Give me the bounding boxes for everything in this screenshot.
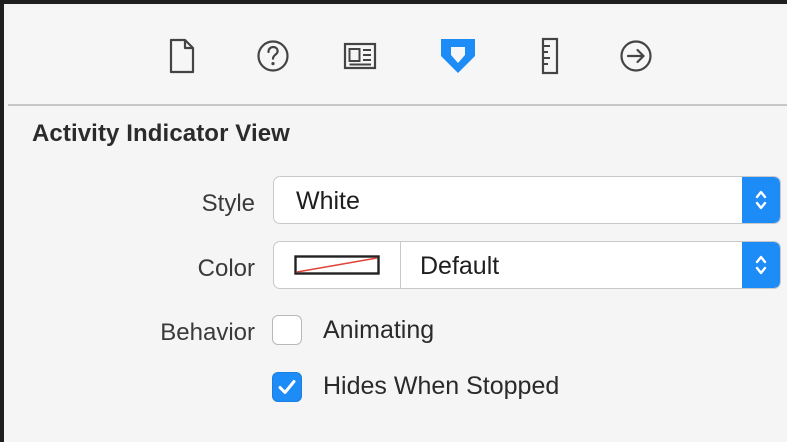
attributes-inspector-tab[interactable] <box>434 30 482 82</box>
inspector-panel: Activity Indicator View Style White Colo… <box>0 0 787 442</box>
hides-when-stopped-checkbox[interactable] <box>272 372 302 402</box>
checkmark-icon <box>278 380 296 394</box>
style-label: Style <box>201 190 255 217</box>
size-inspector-tab[interactable] <box>526 30 574 82</box>
connections-inspector-tab[interactable] <box>612 30 660 82</box>
color-swatch-well[interactable] <box>274 242 401 288</box>
color-value: Default <box>420 252 500 280</box>
behavior-label: Behavior <box>160 319 255 346</box>
style-value: White <box>296 187 360 215</box>
animating-checkbox[interactable] <box>272 315 302 345</box>
hides-when-stopped-label[interactable]: Hides When Stopped <box>323 372 559 401</box>
inspector-toolbar <box>8 8 787 106</box>
attributes-shield-icon <box>441 39 475 73</box>
updown-chevron-icon <box>755 255 767 275</box>
animating-label[interactable]: Animating <box>323 316 434 345</box>
identity-inspector-tab[interactable] <box>336 30 384 82</box>
color-popup-arrows <box>742 242 780 288</box>
question-mark-icon <box>257 40 289 72</box>
section-title: Activity Indicator View <box>32 120 290 147</box>
arrow-circle-right-icon <box>620 40 652 72</box>
style-popup-arrows <box>742 177 780 223</box>
updown-chevron-icon <box>755 190 767 210</box>
color-label: Color <box>197 255 255 282</box>
file-inspector-tab[interactable] <box>158 30 206 82</box>
color-popup[interactable]: Default <box>273 241 781 289</box>
file-icon <box>169 38 195 74</box>
identity-card-icon <box>343 42 377 70</box>
quick-help-tab[interactable] <box>249 30 297 82</box>
style-popup[interactable]: White <box>273 176 781 224</box>
no-color-swatch-icon <box>294 255 380 275</box>
ruler-icon <box>541 37 559 75</box>
